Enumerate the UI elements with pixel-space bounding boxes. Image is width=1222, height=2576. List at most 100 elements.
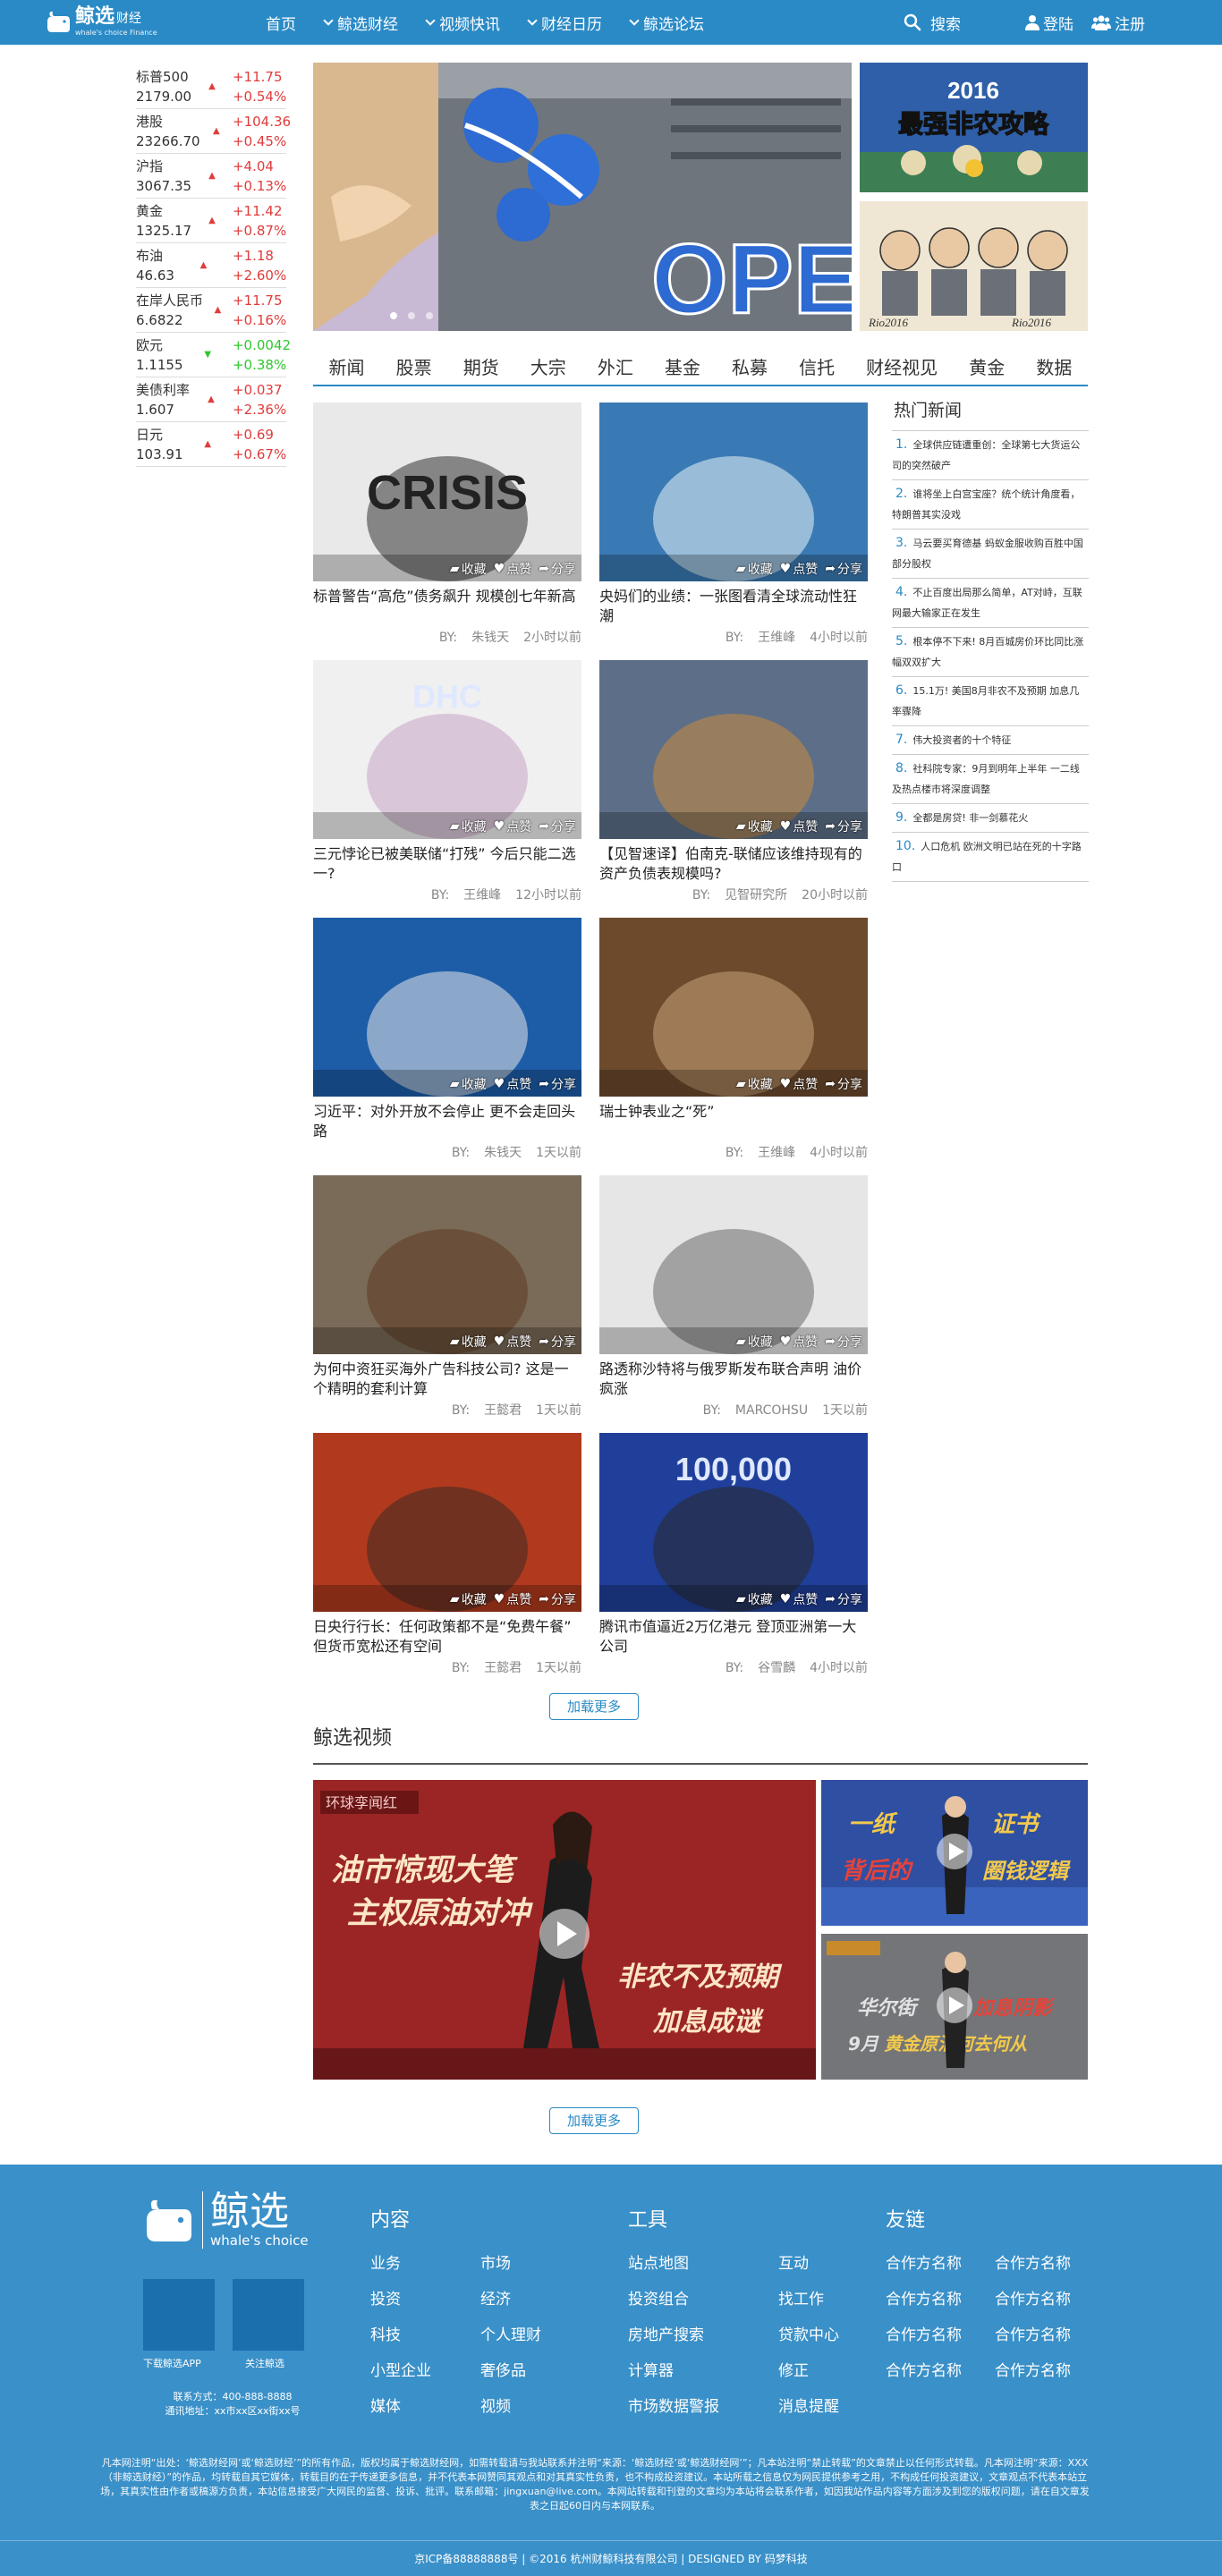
news-thumbnail[interactable]: ▰ 收藏 ♥ 点赞 ➦ 分享 xyxy=(313,1433,581,1612)
news-author[interactable]: 王维峰 xyxy=(758,631,795,645)
news-author[interactable]: MARCOHSU xyxy=(735,1403,808,1418)
hero-slider[interactable]: OPE xyxy=(313,63,852,331)
share-button[interactable]: ➦ 分享 xyxy=(539,818,576,835)
collect-button[interactable]: ▰ 收藏 xyxy=(736,1333,773,1351)
nav-video-news[interactable]: 视频快讯 xyxy=(425,12,500,34)
footer-link[interactable]: 贷款中心 xyxy=(778,2322,839,2344)
news-title[interactable]: 为何中资狂买海外广告科技公司? 这是一个精明的套利计算 xyxy=(313,1360,581,1399)
news-thumbnail[interactable]: ▰ 收藏 ♥ 点赞 ➦ 分享 xyxy=(599,660,868,839)
footer-link[interactable]: 投资 xyxy=(370,2286,401,2309)
footer-link[interactable]: 站点地图 xyxy=(628,2250,689,2273)
video-side-2[interactable]: 华尔街 加息阴影 9月 黄金原油何去何从 xyxy=(821,1934,1088,2080)
news-author[interactable]: 朱钱天 xyxy=(471,631,509,645)
news-thumbnail[interactable]: DHC ▰ 收藏 ♥ 点赞 ➦ 分享 xyxy=(313,660,581,839)
logo[interactable]: 鲸选 财经 whale's choice Finance xyxy=(45,5,157,39)
like-button[interactable]: ♥ 点赞 xyxy=(494,1333,532,1351)
share-button[interactable]: ➦ 分享 xyxy=(539,1590,576,1608)
footer-link[interactable]: 房地产搜索 xyxy=(628,2322,704,2344)
collect-button[interactable]: ▰ 收藏 xyxy=(450,1075,487,1093)
news-title[interactable]: 【见智速译】伯南克-联储应该维持现有的资产负债表规模吗? xyxy=(599,844,868,884)
category-tab[interactable]: 数据 xyxy=(1036,353,1072,379)
collect-button[interactable]: ▰ 收藏 xyxy=(736,1590,773,1608)
footer-link[interactable]: 市场 xyxy=(480,2250,511,2273)
ticker-row[interactable]: 美债利率 1.607 ▲ +0.037 +2.36% xyxy=(136,377,286,422)
ticker-row[interactable]: 黄金 1325.17 ▲ +11.42 +0.87% xyxy=(136,199,286,243)
hot-news-item[interactable]: 8. 社科院专家：9月到明年上半年 一二线及热点楼市将深度调整 xyxy=(892,755,1089,804)
like-button[interactable]: ♥ 点赞 xyxy=(780,560,819,578)
footer-link[interactable]: 合作方名称 xyxy=(995,2250,1071,2273)
footer-link[interactable]: 业务 xyxy=(370,2250,401,2273)
footer-link[interactable]: 找工作 xyxy=(778,2286,824,2309)
footer-link[interactable]: 媒体 xyxy=(370,2394,401,2416)
news-author[interactable]: 王维峰 xyxy=(758,1146,795,1160)
news-thumbnail[interactable]: ▰ 收藏 ♥ 点赞 ➦ 分享 xyxy=(599,918,868,1097)
category-tab[interactable]: 黄金 xyxy=(969,353,1005,379)
like-button[interactable]: ♥ 点赞 xyxy=(494,1075,532,1093)
ticker-row[interactable]: 日元 103.91 ▲ +0.69 +0.67% xyxy=(136,422,286,467)
ticker-row[interactable]: 标普500 2179.00 ▲ +11.75 +0.54% xyxy=(136,64,286,109)
side-banner-nfp[interactable]: 2016 最强非农攻略 xyxy=(860,63,1088,192)
news-author[interactable]: 见智研究所 xyxy=(725,888,787,902)
category-tab[interactable]: 财经视见 xyxy=(866,353,938,379)
hot-news-item[interactable]: 6. 15.1万! 美国8月非农不及预期 加息几率骤降 xyxy=(892,677,1089,726)
news-card[interactable]: ▰ 收藏 ♥ 点赞 ➦ 分享 央妈们的业绩：一张图看清全球流动性狂潮 BY: 王维峰 4小时以前 xyxy=(599,402,868,646)
footer-link[interactable]: 合作方名称 xyxy=(995,2358,1071,2380)
category-tab[interactable]: 信托 xyxy=(799,353,835,379)
news-author[interactable]: 王懿君 xyxy=(484,1403,522,1418)
share-button[interactable]: ➦ 分享 xyxy=(825,1075,862,1093)
category-tab[interactable]: 基金 xyxy=(665,353,700,379)
video-side-1[interactable]: 一纸 证书 背后的 圈钱逻辑 xyxy=(821,1780,1088,1926)
collect-button[interactable]: ▰ 收藏 xyxy=(736,560,773,578)
news-card[interactable]: ▰ 收藏 ♥ 点赞 ➦ 分享 日央行行长：任何政策都不是“免费午餐” 但货币宽松还有空间 BY… xyxy=(313,1433,581,1676)
category-tab[interactable]: 大宗 xyxy=(530,353,566,379)
like-button[interactable]: ♥ 点赞 xyxy=(780,1590,819,1608)
news-title[interactable]: 日央行行长：任何政策都不是“免费午餐” 但货币宽松还有空间 xyxy=(313,1617,581,1657)
footer-link[interactable]: 合作方名称 xyxy=(995,2286,1071,2309)
search-button[interactable]: 搜索 xyxy=(904,0,961,45)
news-thumbnail[interactable]: ▰ 收藏 ♥ 点赞 ➦ 分享 xyxy=(313,918,581,1097)
nav-calendar[interactable]: 财经日历 xyxy=(527,12,602,34)
category-tab[interactable]: 新闻 xyxy=(329,353,365,379)
footer-link[interactable]: 合作方名称 xyxy=(886,2286,962,2309)
login-link[interactable]: 登陆 xyxy=(1025,12,1073,34)
share-button[interactable]: ➦ 分享 xyxy=(539,560,576,578)
footer-link[interactable]: 视频 xyxy=(480,2394,511,2416)
like-button[interactable]: ♥ 点赞 xyxy=(494,560,532,578)
hot-news-item[interactable]: 7. 伟大投资者的十个特征 xyxy=(892,726,1089,755)
footer-link[interactable]: 合作方名称 xyxy=(995,2322,1071,2344)
footer-link[interactable]: 合作方名称 xyxy=(886,2322,962,2344)
news-card[interactable]: CRISIS ▰ 收藏 ♥ 点赞 ➦ 分享 标普警告“高危”债务飙升 规模创七年新高 BY: 朱钱… xyxy=(313,402,581,646)
footer-link[interactable]: 小型企业 xyxy=(370,2358,431,2380)
hot-news-item[interactable]: 10. 人口危机 欧洲文明已站在死的十字路口 xyxy=(892,833,1089,882)
side-banner-rio[interactable]: Rio2016 Rio2016 xyxy=(860,201,1088,331)
share-button[interactable]: ➦ 分享 xyxy=(539,1333,576,1351)
footer-link[interactable]: 市场数据警报 xyxy=(628,2394,719,2416)
news-thumbnail[interactable]: ▰ 收藏 ♥ 点赞 ➦ 分享 xyxy=(599,1175,868,1354)
news-card[interactable]: ▰ 收藏 ♥ 点赞 ➦ 分享 【见智速译】伯南克-联储应该维持现有的资产负债表规模吗? BY:… xyxy=(599,660,868,903)
hot-news-item[interactable]: 9. 全都是房贷! 非一剑慕花火 xyxy=(892,804,1089,833)
footer-link[interactable]: 奢侈品 xyxy=(480,2358,526,2380)
news-author[interactable]: 王维峰 xyxy=(463,888,501,902)
hot-news-item[interactable]: 2. 谁将坐上白宫宝座？统个统计角度看，特朗普其实没戏 xyxy=(892,480,1089,530)
nav-finance[interactable]: 鲸选财经 xyxy=(323,12,398,34)
news-title[interactable]: 三元悖论已被美联储“打残” 今后只能二选一? xyxy=(313,844,581,884)
footer-link[interactable]: 科技 xyxy=(370,2322,401,2344)
hot-news-item[interactable]: 1. 全球供应链遭重创：全球第七大货运公司的突然破产 xyxy=(892,431,1089,480)
news-title[interactable]: 习近平：对外开放不会停止 更不会走回头路 xyxy=(313,1102,581,1141)
share-button[interactable]: ➦ 分享 xyxy=(539,1075,576,1093)
like-button[interactable]: ♥ 点赞 xyxy=(780,1333,819,1351)
news-author[interactable]: 王懿君 xyxy=(484,1661,522,1675)
news-title[interactable]: 标普警告“高危”债务飙升 规模创七年新高 xyxy=(313,587,581,626)
collect-button[interactable]: ▰ 收藏 xyxy=(736,1075,773,1093)
footer-link[interactable]: 合作方名称 xyxy=(886,2358,962,2380)
footer-link[interactable]: 消息提醒 xyxy=(778,2394,839,2416)
register-link[interactable]: 注册 xyxy=(1091,12,1145,34)
category-tab[interactable]: 股票 xyxy=(396,353,432,379)
ticker-row[interactable]: 布油 46.63 ▲ +1.18 +2.60% xyxy=(136,243,286,288)
news-thumbnail[interactable]: ▰ 收藏 ♥ 点赞 ➦ 分享 xyxy=(599,402,868,581)
ticker-row[interactable]: 港股 23266.70 ▲ +104.36 +0.45% xyxy=(136,109,291,154)
news-title[interactable]: 腾讯市值逼近2万亿港元 登顶亚洲第一大公司 xyxy=(599,1617,868,1657)
category-tab[interactable]: 外汇 xyxy=(598,353,633,379)
like-button[interactable]: ♥ 点赞 xyxy=(494,818,532,835)
like-button[interactable]: ♥ 点赞 xyxy=(494,1590,532,1608)
